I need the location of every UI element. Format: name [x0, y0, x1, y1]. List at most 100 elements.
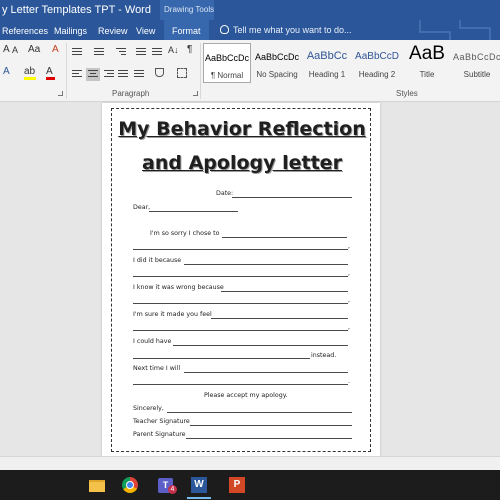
tell-me-text: Tell me what you want to do... — [233, 25, 352, 35]
paragraph-dialog-launcher-icon[interactable] — [193, 91, 198, 96]
accept-apology-text: Please accept my apology. — [204, 392, 288, 399]
highlight-color-swatch — [24, 77, 36, 80]
did-it-blank — [184, 264, 348, 265]
group-separator — [200, 43, 201, 99]
sort-button[interactable]: A↓ — [168, 45, 179, 55]
tell-me-box[interactable]: Tell me what you want to do... — [220, 25, 352, 35]
date-label: Date: — [216, 190, 234, 197]
highlight-button[interactable]: ab — [24, 66, 36, 80]
text-effects-button[interactable]: A — [3, 66, 10, 77]
style-no-spacing[interactable]: AaBbCcDc No Spacing — [253, 43, 301, 83]
decrease-indent-icon[interactable] — [136, 48, 146, 57]
lightbulb-icon — [220, 25, 229, 34]
style-normal[interactable]: AaBbCcDc ¶ Normal — [203, 43, 251, 83]
style-sample: AaBbCcD — [355, 51, 399, 62]
word-taskbar-icon[interactable]: W — [187, 476, 211, 499]
comma: , — [348, 297, 351, 304]
font-color-label: A — [46, 66, 53, 77]
made-feel-label: I'm sure it made you feel — [133, 311, 212, 318]
comma: , — [348, 324, 351, 331]
bullets-icon[interactable] — [72, 48, 82, 57]
style-name: Subtitle — [463, 70, 491, 79]
line-spacing-icon[interactable] — [134, 70, 144, 79]
font-dialog-launcher-icon[interactable] — [58, 91, 63, 96]
comma: , — [348, 243, 351, 250]
style-sample: AaBbCc — [306, 50, 348, 62]
justify-icon[interactable] — [118, 70, 128, 79]
font-color-button[interactable]: A — [46, 66, 55, 80]
made-feel-blank — [211, 318, 348, 319]
word-letter: W — [191, 477, 207, 493]
parent-signature-blank — [186, 438, 352, 439]
tab-review[interactable]: Review — [98, 26, 128, 36]
style-name: Heading 1 — [308, 70, 346, 79]
active-app-indicator — [187, 497, 211, 499]
style-sample: AaBbCcDc — [204, 53, 249, 63]
title-bar: y Letter Templates TPT - Word Drawing To… — [0, 0, 500, 20]
style-title[interactable]: AaB Title — [403, 43, 451, 83]
tab-references[interactable]: References — [2, 26, 48, 36]
teams-icon[interactable]: T 4 — [157, 476, 177, 494]
heading-line-2: and Apology letter — [142, 152, 342, 174]
could-have-blank-2 — [133, 358, 310, 359]
shading-icon[interactable] — [155, 68, 164, 77]
multilevel-list-icon[interactable] — [116, 48, 126, 57]
increase-indent-icon[interactable] — [152, 48, 162, 57]
powerpoint-taskbar-icon[interactable]: P — [228, 476, 246, 494]
taskbar: T 4 W P — [0, 470, 500, 500]
numbering-icon[interactable] — [94, 48, 104, 57]
sorry-blank-2 — [133, 249, 348, 250]
paragraph-group-label: Paragraph — [112, 89, 150, 98]
tab-view[interactable]: View — [136, 26, 155, 36]
made-feel-blank-2 — [133, 330, 348, 331]
heading-line-1: My Behavior Reflection — [118, 118, 366, 140]
could-have-blank — [173, 345, 348, 346]
did-it-blank-2 — [133, 276, 348, 277]
change-case-button[interactable]: Aa — [28, 44, 40, 55]
document-area[interactable]: My Behavior Reflection and Apology lette… — [0, 103, 500, 456]
sincerely-label: Sincerely, — [133, 405, 164, 412]
sorry-blank — [222, 237, 347, 238]
clear-formatting-button[interactable]: A — [52, 44, 59, 55]
shrink-font-button[interactable]: A — [12, 45, 18, 55]
knew-wrong-blank-2 — [133, 303, 348, 304]
show-marks-button[interactable]: ¶ — [187, 44, 192, 55]
tab-format[interactable]: Format — [164, 20, 209, 40]
status-bar — [0, 456, 500, 470]
ribbon-tabs: References Mailings Review View Format T… — [0, 20, 500, 60]
tab-mailings[interactable]: Mailings — [54, 26, 87, 36]
ribbon: A A Aa A A ab A A↓ ¶ Paragraph AaBbCcDc … — [0, 40, 500, 102]
style-subtitle[interactable]: AaBbCcDc Subtitle — [453, 43, 500, 83]
teacher-signature-label: Teacher Signature — [133, 418, 190, 425]
knew-wrong-blank — [221, 291, 348, 292]
style-sample: AaBbCcDc — [254, 52, 299, 62]
teacher-signature-blank — [190, 425, 352, 426]
date-blank — [232, 197, 352, 198]
knew-wrong-label: I know it was wrong because — [133, 284, 224, 291]
highlight-label: ab — [24, 66, 36, 77]
dear-label: Dear, — [133, 204, 151, 211]
style-name: Title — [419, 70, 435, 79]
period: . — [348, 378, 351, 385]
sincerely-blank — [167, 412, 352, 413]
font-color-swatch — [46, 77, 55, 80]
dashed-page-border: My Behavior Reflection and Apology lette… — [111, 108, 371, 452]
styles-group-label: Styles — [396, 89, 418, 98]
style-heading-2[interactable]: AaBbCcD Heading 2 — [353, 43, 401, 83]
drawing-tools-label: Drawing Tools — [164, 5, 215, 14]
align-center-icon[interactable] — [86, 68, 100, 81]
style-name: No Spacing — [256, 70, 298, 79]
grow-font-button[interactable]: A — [3, 44, 10, 55]
align-right-icon[interactable] — [104, 70, 114, 79]
chrome-icon[interactable] — [121, 476, 139, 494]
group-separator — [66, 43, 67, 99]
borders-icon[interactable] — [177, 68, 187, 78]
align-left-icon[interactable] — [72, 70, 82, 79]
powerpoint-letter: P — [229, 477, 245, 493]
file-explorer-icon[interactable] — [88, 476, 106, 494]
style-name: ¶ Normal — [210, 71, 244, 80]
style-name: Heading 2 — [358, 70, 396, 79]
dear-blank — [149, 211, 238, 212]
style-heading-1[interactable]: AaBbCc Heading 1 — [303, 43, 351, 83]
document-page[interactable]: My Behavior Reflection and Apology lette… — [102, 103, 380, 456]
